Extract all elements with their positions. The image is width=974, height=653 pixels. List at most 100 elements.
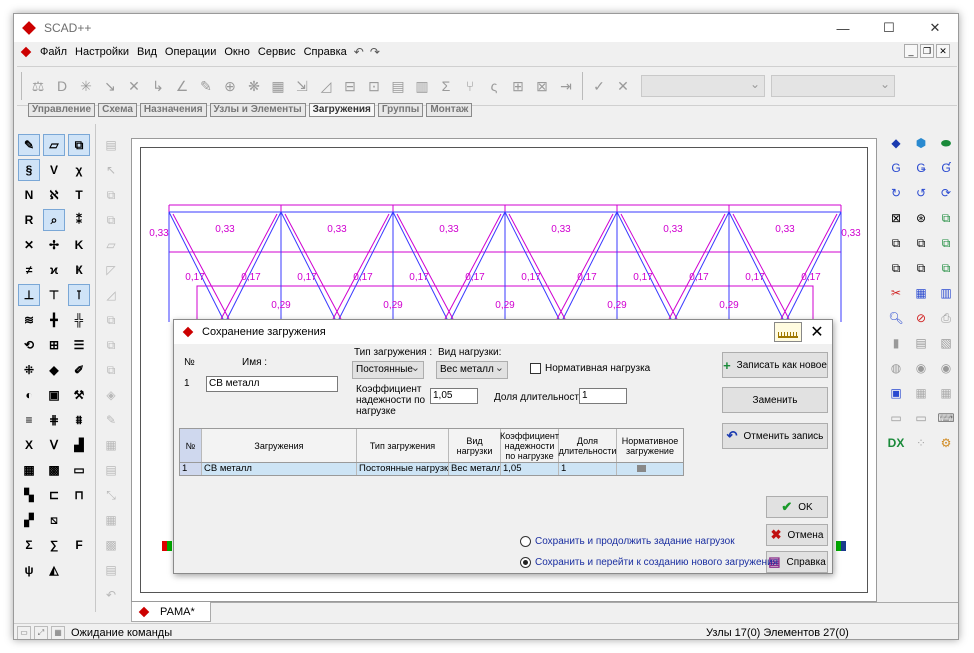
grid-d-icon[interactable]: ⁑ <box>68 209 90 231</box>
coef-input[interactable]: 1,05 <box>430 388 478 404</box>
sec-tool-6-icon[interactable]: ◸ <box>100 259 122 281</box>
rotate-icon[interactable]: ⟲ <box>18 334 40 356</box>
load-frame-icon[interactable]: ⊠ <box>531 75 553 97</box>
ok-button[interactable]: ✔ OK <box>766 496 828 518</box>
layers3-icon[interactable]: ⩩ <box>68 409 90 431</box>
pencil-icon[interactable]: ✎ <box>18 134 40 156</box>
tab-loads[interactable]: Загружения <box>308 103 375 117</box>
stack-icon[interactable]: ☰ <box>68 334 90 356</box>
dx-icon[interactable]: DX <box>885 432 907 454</box>
menu-view[interactable]: Вид <box>133 46 161 58</box>
cancel-record-button[interactable]: ↶ Отменить запись <box>722 423 828 449</box>
load-table-icon[interactable]: ▤ <box>387 75 409 97</box>
kk-icon[interactable]: Ҝ <box>68 259 90 281</box>
building-blue-icon[interactable]: ▥ <box>935 282 957 304</box>
gear-icon[interactable]: ⚙ <box>935 432 957 454</box>
tab-assembly[interactable]: Монтаж <box>426 103 473 117</box>
load-surface-icon[interactable]: ⬬ <box>935 132 957 154</box>
nx-icon[interactable]: ℵ <box>43 184 65 206</box>
menu-operations[interactable]: Операции <box>161 46 220 58</box>
load-bar-icon[interactable]: ▥ <box>411 75 433 97</box>
name-input[interactable]: СВ металл <box>206 376 338 392</box>
sec-tool-10-icon[interactable]: ⧉ <box>100 359 122 381</box>
menu-window[interactable]: Окно <box>220 46 254 58</box>
maximize-button[interactable]: ☐ <box>866 14 912 42</box>
load-node-icon[interactable]: ⚖ <box>27 75 49 97</box>
tab-scheme[interactable]: Схема <box>98 103 137 117</box>
beam-load-icon[interactable]: ⊥ <box>18 284 40 306</box>
doc-tab-rama[interactable]: РАМА* <box>131 602 211 622</box>
pin-icon[interactable]: ✂ <box>885 282 907 304</box>
save-as-new-button[interactable]: + Записать как новое <box>722 352 828 378</box>
disk-gray2-icon[interactable]: ◉ <box>935 357 957 379</box>
table-red-icon[interactable]: ▣ <box>885 382 907 404</box>
beam-load3-icon[interactable]: ⊺ <box>68 284 90 306</box>
sec-tool-4-icon[interactable]: ⧉ <box>100 209 122 231</box>
cube-d-icon[interactable]: ⧉ <box>885 257 907 279</box>
load-sum-icon[interactable]: Σ <box>435 75 457 97</box>
disk-gray-icon[interactable]: ◉ <box>910 357 932 379</box>
wave-icon[interactable]: ≋ <box>18 309 40 331</box>
dots-icon[interactable]: ⁜ <box>18 359 40 381</box>
sec-tool-2-icon[interactable]: ↖ <box>100 159 122 181</box>
load-combo-icon[interactable]: ⊕ <box>219 75 241 97</box>
cross-load2-icon[interactable]: ✢ <box>43 234 65 256</box>
sec-tool-14-icon[interactable]: ▤ <box>100 459 122 481</box>
sec-tool-13-icon[interactable]: ▦ <box>100 434 122 456</box>
zoom-icon[interactable]: 🔍︎ <box>885 307 907 329</box>
box-bolt-icon[interactable]: ⊛ <box>910 207 932 229</box>
sum-grid2-icon[interactable]: ∑ <box>43 534 65 556</box>
doc-menu-icon[interactable] <box>20 46 32 58</box>
rotate-load2-icon[interactable]: ↺ <box>910 182 932 204</box>
cubes-icon[interactable]: ▣ <box>43 384 65 406</box>
vg-icon[interactable]: Ⅴ <box>43 434 65 456</box>
toolbar-combo-2[interactable] <box>771 75 895 97</box>
cube-e-icon[interactable]: ⧉ <box>910 257 932 279</box>
rotate-load-icon[interactable]: ↻ <box>885 182 907 204</box>
sum-grid-icon[interactable]: Σ <box>18 534 40 556</box>
sec-tool-12-icon[interactable]: ✎ <box>100 409 122 431</box>
sec-tool-17-icon[interactable]: ▩ <box>100 534 122 556</box>
sec-tool-16-icon[interactable]: ▦ <box>100 509 122 531</box>
status-print-icon[interactable]: ▭ <box>17 625 31 639</box>
redo-icon[interactable]: ↷ <box>367 45 383 59</box>
book-icon[interactable]: ▮ <box>885 332 907 354</box>
vector-icon[interactable]: V <box>43 159 65 181</box>
spring-icon[interactable]: § <box>18 159 40 181</box>
close-window-button[interactable]: ✕ <box>912 14 958 42</box>
cube-b-icon[interactable]: ⧉ <box>910 232 932 254</box>
tab-management[interactable]: Управление <box>28 103 96 117</box>
f-icon[interactable]: F <box>68 534 90 556</box>
load-curve-icon[interactable]: ↳ <box>147 75 169 97</box>
sec-tool-19-icon[interactable]: ↶ <box>100 584 122 606</box>
grid-gray2-icon[interactable]: ▦ <box>935 382 957 404</box>
load-triangle-icon[interactable]: ◿ <box>315 75 337 97</box>
load-angle-icon[interactable]: ∠ <box>171 75 193 97</box>
menu-settings[interactable]: Настройки <box>71 46 133 58</box>
sec-tool-7-icon[interactable]: ◿ <box>100 284 122 306</box>
no-zoom-icon[interactable]: ⊘ <box>910 307 932 329</box>
menu-help[interactable]: Справка <box>300 46 351 58</box>
menu-file[interactable]: Файл <box>36 46 71 58</box>
cube-c-icon[interactable]: ⧉ <box>935 232 957 254</box>
cross-hatch-icon[interactable]: ⧅ <box>43 509 65 531</box>
status-grid-icon[interactable]: ▦ <box>51 625 65 639</box>
dialog-close-button[interactable]: ✕ <box>808 323 826 341</box>
replace-button[interactable]: Заменить <box>722 387 828 413</box>
matrix-icon[interactable]: ⊞ <box>43 334 65 356</box>
table2-icon[interactable]: ▩ <box>43 459 65 481</box>
cancel-x-icon[interactable]: ✕ <box>612 75 634 97</box>
duration-input[interactable]: 1 <box>579 388 627 404</box>
mdi-restore-button[interactable]: ❐ <box>920 44 934 58</box>
search-node-icon[interactable]: ⌕ <box>43 209 65 231</box>
ic-icon[interactable]: ⊏ <box>43 484 65 506</box>
box-frame-icon[interactable]: ⊠ <box>885 207 907 229</box>
gx2-icon[interactable]: Ǥ <box>910 157 932 179</box>
xg-icon[interactable]: X <box>18 434 40 456</box>
sec-tool-18-icon[interactable]: ▤ <box>100 559 122 581</box>
gz-icon[interactable]: Ɠ <box>935 157 957 179</box>
load-plate-icon[interactable]: ⬢ <box>910 132 932 154</box>
kx-icon[interactable]: ϰ <box>43 259 65 281</box>
cube-a-icon[interactable]: ⧉ <box>885 232 907 254</box>
colors-icon[interactable]: ▞ <box>18 509 40 531</box>
